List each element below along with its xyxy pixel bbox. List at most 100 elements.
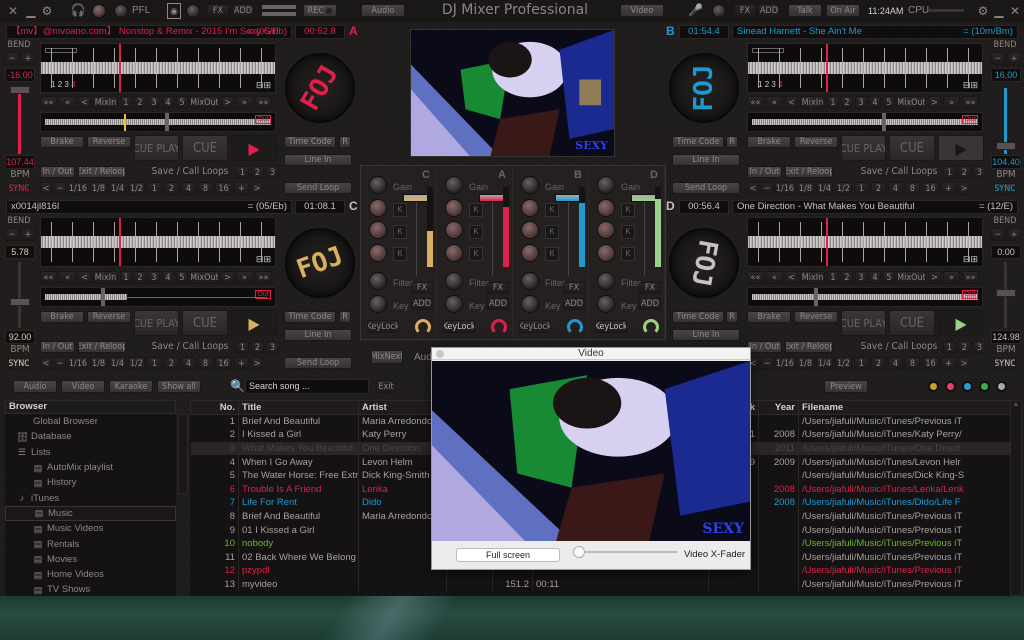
cue-headphones-icon[interactable] [643, 319, 659, 335]
deck-d-loop-size-11[interactable]: + [941, 357, 956, 370]
waveform-view-icons[interactable]: ⊟⊞ [256, 80, 271, 91]
deck-b-nav-button-8[interactable]: 5 [883, 96, 895, 109]
channel-d-key-knob[interactable] [597, 295, 615, 313]
deck-a-loop-slot-1[interactable]: 1 [236, 166, 249, 179]
deck-d-loop-slot-1[interactable]: 1 [943, 341, 956, 354]
deck-b-nav-button-7[interactable]: 4 [869, 96, 881, 109]
deck-d-loop-size-2[interactable]: 1/16 [775, 357, 795, 370]
master-volume-knob[interactable] [186, 4, 200, 18]
deck-a-waveform[interactable]: 1 2 3 4 ⊟⊞ [40, 43, 276, 93]
deck-b-loop-size-12[interactable]: > [958, 182, 970, 195]
deck-c-pitch-slider-handle[interactable] [10, 298, 30, 306]
master-fx-button[interactable]: FX [207, 4, 229, 17]
deck-c-loop-size-11[interactable]: + [234, 357, 249, 370]
deck-d-nav-button-7[interactable]: 4 [869, 271, 881, 284]
cue-headphones-icon[interactable] [491, 319, 507, 335]
deck-c-bend-plus-button[interactable]: + [21, 228, 35, 241]
deck-a-sync-button[interactable]: SYNC [8, 183, 30, 195]
channel-volume-fader[interactable] [555, 194, 581, 202]
filter-karaoke-button[interactable]: Karaoke [109, 380, 153, 393]
deck-d-loop-slot-3[interactable]: 3 [973, 341, 986, 354]
deck-b-nav-button-0[interactable]: «« [747, 96, 764, 109]
deck-c-nav-button-6[interactable]: 3 [148, 271, 160, 284]
channel-fx-button[interactable]: FX [639, 282, 661, 294]
channel-d-filter-knob[interactable] [597, 272, 615, 290]
deck-b-in-out-button[interactable]: In / Out [747, 166, 782, 178]
deck-a-time-code-button[interactable]: Time Code [284, 136, 336, 148]
column-header-title[interactable]: Title [238, 400, 359, 415]
deck-c-loop-size-5[interactable]: 1/2 [128, 357, 145, 370]
deck-b-line-in-button[interactable]: Line In [672, 154, 740, 166]
eq-kill-button-2[interactable]: K [393, 225, 407, 239]
browser-item-home-videos[interactable]: ▤ Home Videos [5, 567, 176, 582]
channel-add-button[interactable]: ADD [639, 298, 661, 310]
deck-d-waveform[interactable]: ⊟⊞ [747, 217, 983, 267]
deck-b-sync-button[interactable]: SYNC [994, 183, 1016, 195]
audio-button[interactable]: Audio [361, 4, 405, 17]
deck-a-in-out-button[interactable]: In / Out [40, 166, 75, 178]
waveform-view-icons[interactable]: ⊟⊞ [963, 80, 978, 91]
browser-item-global-browser[interactable]: Global Browser [5, 414, 176, 429]
eq-kill-button-1[interactable]: K [393, 203, 407, 217]
record-button[interactable]: REC [303, 4, 337, 17]
deck-d-cue-button[interactable]: CUE [889, 310, 935, 336]
deck-d-nav-button-12[interactable]: »» [962, 271, 979, 284]
deck-a-nav-button-3[interactable]: MixIn [93, 96, 118, 109]
talk-button[interactable]: Talk [788, 4, 822, 17]
deck-c-loop-size-10[interactable]: 16 [215, 357, 232, 370]
deck-d-nav-button-9[interactable]: MixOut [897, 271, 926, 284]
deck-c-time-code-button[interactable]: Time Code [284, 311, 336, 323]
deck-d-sync-button[interactable]: SYNC [994, 358, 1016, 370]
deck-a-send-loop-button[interactable]: Send Loop [284, 182, 352, 194]
deck-d-loop-slot-2[interactable]: 2 [958, 341, 971, 354]
deck-c-reverse-button[interactable]: Reverse [87, 311, 131, 323]
deck-b-nav-button-11[interactable]: » [943, 96, 960, 109]
audio-tab-partial[interactable]: Aud [414, 352, 432, 363]
deck-c-loop-size-4[interactable]: 1/4 [109, 357, 126, 370]
deck-a-nav-button-2[interactable]: < [78, 96, 91, 109]
deck-c-bend-minus-button[interactable]: − [5, 228, 19, 241]
deck-b-time-code-button[interactable]: Time Code [672, 136, 724, 148]
deck-d-nav-button-10[interactable]: > [928, 271, 941, 284]
deck-c-loop-size-3[interactable]: 1/8 [90, 357, 107, 370]
video-xfader-handle[interactable] [573, 546, 585, 558]
channel-a-gain-knob[interactable] [445, 176, 463, 194]
deck-b-r-button[interactable]: R [726, 136, 738, 148]
deck-c-loop-size-9[interactable]: 8 [198, 357, 213, 370]
deck-a-loop-size-2[interactable]: 1/16 [68, 182, 88, 195]
channel-volume-fader[interactable] [479, 194, 505, 202]
deck-b-nav-button-12[interactable]: »» [962, 96, 979, 109]
filter-show-all-button[interactable]: Show all [157, 380, 201, 393]
eq-kill-button-1[interactable]: K [469, 203, 483, 217]
deck-d-cue-play-button[interactable]: CUE PLAY [841, 310, 886, 336]
channel-a-eq-low-knob[interactable] [445, 244, 463, 262]
deck-d-pitch-slider-handle[interactable] [996, 289, 1016, 297]
channel-b-eq-mid-knob[interactable] [521, 221, 539, 239]
channel-b-eq-high-knob[interactable] [521, 199, 539, 217]
master-add-button[interactable]: ADD [232, 4, 254, 17]
color-filter-dot-1[interactable] [928, 381, 939, 392]
channel-a-key-knob[interactable] [445, 295, 463, 313]
waveform-view-icons[interactable]: ⊟⊞ [963, 254, 978, 265]
close-icon[interactable] [436, 350, 444, 358]
browser-item-music-videos[interactable]: ▤ Music Videos [5, 521, 176, 536]
deck-c-loop-size-8[interactable]: 4 [181, 357, 196, 370]
deck-a-loop-size-7[interactable]: 2 [164, 182, 179, 195]
deck-c-jog-wheel[interactable]: FOJ [285, 228, 355, 298]
channel-c-eq-low-knob[interactable] [369, 244, 387, 262]
deck-b-loop-size-7[interactable]: 2 [871, 182, 886, 195]
cue-headphones-icon[interactable] [415, 319, 431, 335]
deck-a-pitch-slider[interactable] [18, 88, 21, 154]
channel-c-filter-knob[interactable] [369, 272, 387, 290]
filter-audio-button[interactable]: Audio [13, 380, 57, 393]
color-filter-dot-2[interactable] [945, 381, 956, 392]
deck-d-exit-reloop-button[interactable]: Exit / Reloop [785, 341, 833, 353]
search-exit-button[interactable]: Exit [376, 380, 396, 393]
channel-add-button[interactable]: ADD [563, 298, 585, 310]
eq-kill-button-3[interactable]: K [621, 247, 635, 261]
browser-item-music[interactable]: ▤ Music [5, 505, 176, 522]
deck-a-exit-reloop-button[interactable]: Exit / Reloop [78, 166, 126, 178]
channel-d-eq-low-knob[interactable] [597, 244, 615, 262]
deck-a-loop-size-10[interactable]: 16 [215, 182, 232, 195]
deck-b-loop-size-0[interactable]: < [747, 182, 759, 195]
